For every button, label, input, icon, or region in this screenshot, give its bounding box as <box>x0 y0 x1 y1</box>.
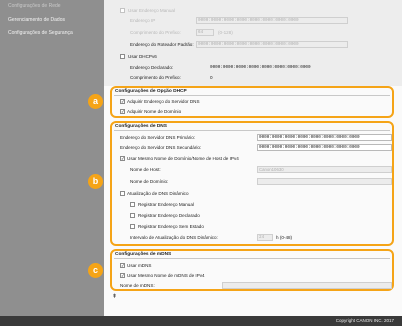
dns-interval-unit: h (0-48) <box>276 235 293 240</box>
same-ipv4-mdns-label: Usar Mesmo Nome de mDNS de IPv4 <box>127 273 205 278</box>
domain-name-field[interactable] <box>257 178 392 185</box>
acquire-dns-label: Adquirir Endereço do Servidor DNS <box>127 99 200 104</box>
use-mdns-checkbox[interactable]: ✓ <box>120 263 125 268</box>
copyright-text: Copyright CANON INC. 2017 <box>335 318 394 323</box>
dns-interval-field[interactable]: 24 <box>257 234 273 241</box>
same-ipv4-name-checkbox[interactable]: ✓ <box>120 156 125 161</box>
divider <box>114 95 390 96</box>
mdns-name-field[interactable] <box>222 282 392 289</box>
dhcp-options-section: Configurações de Opção DHCP ✓ Adquirir E… <box>110 86 394 118</box>
dhcp-options-title: Configurações de Opção DHCP <box>115 89 187 94</box>
declared-prefix-label: Comprimento do Prefixo: <box>130 75 181 80</box>
ipv6-address-panel: Usar Endereço Manual Endereço IP 0000:00… <box>104 0 402 86</box>
sidebar-item-network[interactable]: Configurações de Rede <box>8 3 61 9</box>
mdns-section: Configurações de mDNS ✓ Usar mDNS ✓ Usar… <box>110 249 394 291</box>
prefix-length-label: Comprimento do Prefixo: <box>130 30 181 35</box>
mdns-name-label: Nome de mDNS: <box>120 283 155 288</box>
declared-address-value: 0000:0000:0000:0000:0000:0000:0000:0000 <box>210 65 311 70</box>
prefix-length-field[interactable]: 64 <box>196 29 214 36</box>
dns-title: Configurações de DNS <box>115 124 167 129</box>
register-manual-checkbox[interactable] <box>130 202 135 207</box>
primary-dns-label: Endereço do Servidor DNS Primário: <box>120 135 196 140</box>
callout-badge-c: c <box>88 263 103 278</box>
footer-bar: Copyright CANON INC. 2017 <box>0 316 402 326</box>
declared-address-label: Endereço Declarado: <box>130 65 174 70</box>
default-router-label: Endereço do Roteador Padrão: <box>130 42 194 47</box>
domain-name-label: Nome de Domínio: <box>130 179 169 184</box>
host-name-label: Nome de Host: <box>130 167 161 172</box>
same-ipv4-name-label: Usar Mesmo Nome de Domínio/Nome de Host … <box>127 156 239 161</box>
acquire-domain-label: Adquirir Nome de Domínio <box>127 109 182 114</box>
primary-dns-field[interactable]: 0000:0000:0000:0000:0000:0000:0000:0000 <box>257 134 392 141</box>
scroll-to-top-icon[interactable]: ⇞ <box>112 293 117 300</box>
ip-address-field[interactable]: 0000:0000:0000:0000:0000:0000:0000:0000 <box>196 17 348 24</box>
ip-address-label: Endereço IP <box>130 18 156 23</box>
sidebar-item-security[interactable]: Configurações de Segurança <box>8 30 73 36</box>
use-manual-address-checkbox[interactable] <box>120 8 125 13</box>
callout-badge-a: a <box>88 94 103 109</box>
use-dhcpv6-label: Usar DHCPv6 <box>128 54 157 59</box>
use-mdns-label: Usar mDNS <box>127 263 152 268</box>
host-name-field[interactable]: Canon10630 <box>257 166 392 173</box>
dns-section: Configurações de DNS Endereço do Servido… <box>110 121 394 246</box>
divider <box>114 130 390 131</box>
register-stateless-label: Registrar Endereço Sem Estado <box>138 224 204 229</box>
register-declared-checkbox[interactable] <box>130 213 135 218</box>
secondary-dns-field[interactable]: 0000:0000:0000:0000:0000:0000:0000:0000 <box>257 144 392 151</box>
dynamic-dns-label: Atualização de DNS Dinâmico <box>127 191 189 196</box>
dns-interval-label: Intervalo de Atualização do DNS Dinâmico… <box>130 235 218 240</box>
sidebar-item-data-management[interactable]: Gerenciamento de Dados <box>8 17 65 23</box>
acquire-domain-checkbox[interactable]: ✓ <box>120 109 125 114</box>
register-stateless-checkbox[interactable] <box>130 224 135 229</box>
acquire-dns-checkbox[interactable]: ✓ <box>120 99 125 104</box>
use-manual-address-label: Usar Endereço Manual <box>128 8 175 13</box>
mdns-title: Configurações de mDNS <box>115 252 172 257</box>
register-manual-label: Registrar Endereço Manual <box>138 202 194 207</box>
callout-badge-b: b <box>88 174 103 189</box>
prefix-length-range: (0-128) <box>218 30 233 35</box>
default-router-field[interactable]: 0000:0000:0000:0000:0000:0000:0000:0000 <box>196 41 348 48</box>
secondary-dns-label: Endereço do Servidor DNS Secundário: <box>120 145 202 150</box>
divider <box>114 258 390 259</box>
declared-prefix-value: 0 <box>210 75 213 80</box>
same-ipv4-mdns-checkbox[interactable]: ✓ <box>120 273 125 278</box>
register-declared-label: Registrar Endereço Declarado <box>138 213 200 218</box>
dynamic-dns-checkbox[interactable] <box>120 191 125 196</box>
use-dhcpv6-checkbox[interactable] <box>120 54 125 59</box>
